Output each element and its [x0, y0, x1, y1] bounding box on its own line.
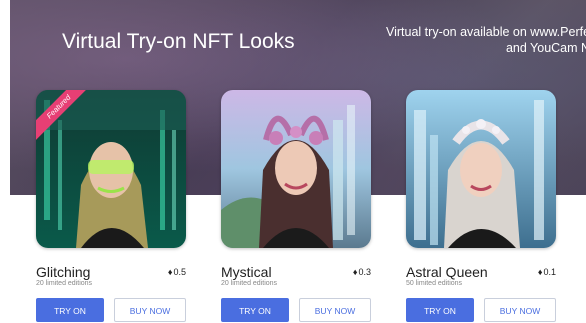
nft-card-astral-queen: Astral Queen ♦0.1 50 limited editions TR… — [406, 90, 556, 322]
banner-note-line1: Virtual try-on available on www.Perfe — [386, 25, 586, 39]
card-title: Mystical — [221, 264, 272, 280]
card-price: ♦0.3 — [353, 267, 371, 277]
try-on-button[interactable]: TRY ON — [406, 298, 474, 322]
buy-now-button[interactable]: BUY NOW — [114, 298, 186, 322]
card-price: ♦0.5 — [168, 267, 186, 277]
buy-now-button[interactable]: BUY NOW — [484, 298, 556, 322]
nft-image-mystical[interactable] — [221, 90, 371, 248]
nft-card-glitching: Featured Glitching ♦0.5 20 limited editi… — [36, 90, 186, 322]
eth-diamond-icon: ♦ — [167, 267, 173, 277]
banner-note: Virtual try-on available on www.Perfe an… — [386, 24, 586, 56]
card-editions: 20 limited editions — [36, 280, 93, 287]
try-on-button[interactable]: TRY ON — [221, 298, 289, 322]
banner-note-line2: and YouCam N — [505, 41, 586, 55]
card-editions: 20 limited editions — [221, 280, 278, 287]
nft-card-mystical: Mystical ♦0.3 20 limited editions TRY ON… — [221, 90, 371, 322]
try-on-button[interactable]: TRY ON — [36, 298, 104, 322]
card-price: ♦0.1 — [538, 267, 556, 277]
eth-diamond-icon: ♦ — [537, 267, 543, 277]
eth-diamond-icon: ♦ — [352, 267, 358, 277]
price-value: 0.1 — [543, 267, 556, 277]
nft-image-glitching[interactable]: Featured — [36, 90, 186, 248]
nft-image-astral-queen[interactable] — [406, 90, 556, 248]
price-value: 0.3 — [358, 267, 371, 277]
card-editions: 50 limited editions — [406, 280, 463, 287]
card-title: Glitching — [36, 264, 91, 280]
card-title: Astral Queen — [406, 264, 488, 280]
price-value: 0.5 — [173, 267, 186, 277]
buy-now-button[interactable]: BUY NOW — [299, 298, 371, 322]
banner-title: Virtual Try-on NFT Looks — [62, 30, 295, 53]
